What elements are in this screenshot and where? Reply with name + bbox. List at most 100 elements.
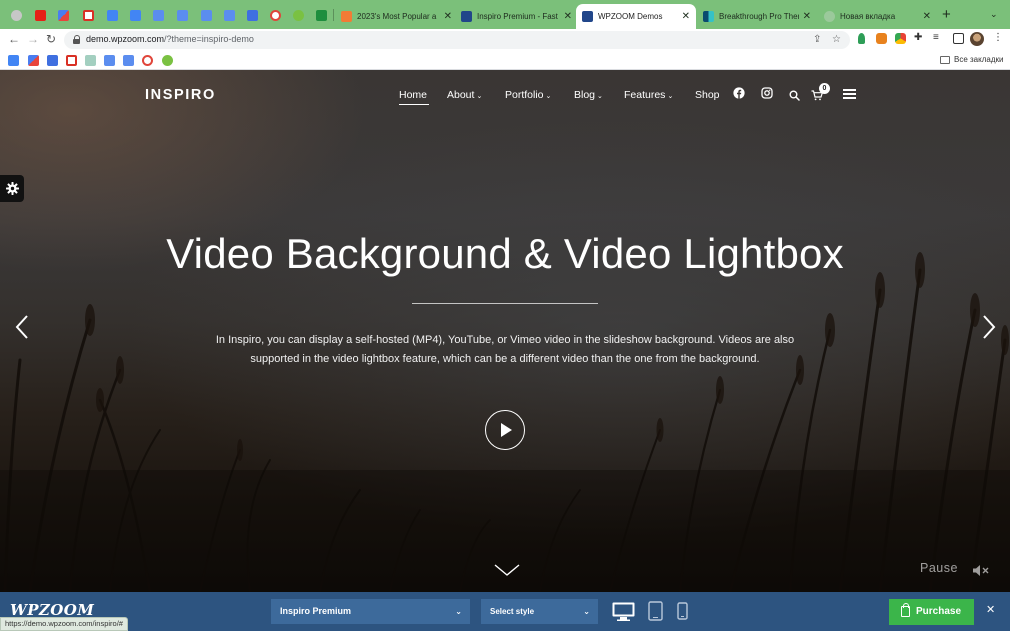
instagram-icon[interactable] [761,86,773,104]
extension-icon[interactable] [858,33,865,44]
tablet-icon[interactable] [648,601,663,621]
reading-list-icon[interactable]: ≡ [933,32,939,43]
close-tab-icon[interactable]: ✕ [564,11,572,22]
tab-popular[interactable]: 2023's Most Popular a ✕ [335,4,458,29]
nav-about[interactable]: About ⌄ [447,89,482,101]
lock-icon[interactable] [73,35,81,44]
all-bookmarks-label: Все закладки [954,55,1004,64]
bookmark-gmail-icon[interactable] [66,55,77,66]
theme-select-value: Inspiro Premium [280,606,352,616]
more-menu-icon[interactable]: ⋮ [993,32,1003,43]
pinned-tab-plus[interactable] [313,7,329,23]
nav-shop[interactable]: Shop [695,89,720,101]
side-panel-icon[interactable] [953,33,964,44]
hamburger-menu-icon[interactable] [843,89,856,99]
bookmark-docs-icon[interactable] [8,55,19,66]
pinned-tab-flag[interactable] [55,7,71,23]
pinned-tab-docs[interactable] [104,7,120,23]
address-bar[interactable]: demo.wpzoom.com/?theme=inspiro-demo ⇪ ☆ [64,31,850,49]
bookmark-star-icon[interactable]: ☆ [832,34,841,45]
nav-about-label: About [447,89,475,101]
shopping-bag-icon [901,603,910,617]
mobile-icon[interactable] [677,602,688,620]
nav-blog[interactable]: Blog ⌄ [574,89,603,101]
pinned-tab-settings[interactable] [8,7,24,23]
style-select[interactable]: Select style ⌄ [481,599,598,624]
tab-title: WPZOOM Demos [598,12,663,21]
extensions-puzzle-icon[interactable]: ✚ [914,32,922,43]
url-path: /?theme=inspiro-demo [164,34,254,44]
tab-new-tab[interactable]: Новая вкладка ✕ [818,4,937,29]
tab-wpzoom-demos[interactable]: WPZOOM Demos ✕ [576,4,696,29]
tab-breakthrough[interactable]: Breakthrough Pro Ther ✕ [697,4,817,29]
bookmark-flag-icon[interactable] [28,55,39,66]
close-tab-icon[interactable]: ✕ [923,11,931,22]
nav-features-label: Features [624,89,666,101]
facebook-icon[interactable] [733,86,745,104]
demo-switcher-bar: WPZOOM https://demo.wpzoom.com/inspiro/#… [0,592,1010,631]
nav-active-underline [399,104,429,105]
mute-speaker-icon[interactable] [972,564,989,577]
scroll-down-chevron-icon[interactable] [494,563,520,577]
nav-features[interactable]: Features ⌄ [624,89,673,101]
nav-portfolio[interactable]: Portfolio ⌄ [505,89,551,101]
nav-home[interactable]: Home [399,89,427,101]
bookmark-forms-icon[interactable] [47,55,58,66]
new-tab-button[interactable]: + [942,6,951,23]
chevron-down-icon: ⌄ [667,93,674,100]
tab-separator [333,9,334,21]
cart-count-badge: 0 [819,83,830,94]
gear-icon [5,182,19,195]
pinned-tab-copyright[interactable] [267,7,283,23]
purchase-button[interactable]: Purchase [889,599,974,625]
tab-inspiro-premium[interactable]: Inspiro Premium - Fast ✕ [455,4,578,29]
status-bar-url: https://demo.wpzoom.com/inspiro/# [0,617,128,631]
close-demo-bar-icon[interactable]: ✕ [986,603,995,616]
all-bookmarks[interactable]: Все закладки [940,55,1003,64]
forward-arrow-icon[interactable]: → [27,32,39,46]
purchase-label: Purchase [916,606,962,617]
pinned-tab-docs[interactable] [127,7,143,23]
bookmark-translate-icon[interactable] [104,55,115,66]
pinned-tab-forms[interactable] [244,7,260,23]
video-pause-button[interactable]: Pause [920,561,958,575]
wordpress-favicon [582,11,593,22]
chevron-down-icon: ⌄ [597,93,603,100]
extension-icon[interactable] [895,33,906,44]
desktop-icon[interactable] [612,602,635,621]
pinned-tab-play[interactable] [290,7,306,23]
pinned-tab-translate[interactable] [198,7,214,23]
video-play-button[interactable] [485,410,525,450]
reload-icon[interactable]: ↻ [46,32,56,46]
slider-next-arrow-icon[interactable] [981,314,997,340]
pinned-tab-youtube[interactable] [32,7,48,23]
folder-icon [940,55,950,64]
search-icon[interactable] [789,88,800,106]
style-select-value: Select style [490,607,535,616]
url-host: demo.wpzoom.com [86,34,165,44]
theme-select[interactable]: Inspiro Premium ⌄ [271,599,470,624]
bookmark-translate-icon[interactable] [123,55,134,66]
back-arrow-icon[interactable]: ← [8,32,20,46]
profile-avatar[interactable] [970,32,984,46]
metamask-icon[interactable] [876,33,887,44]
chevron-down-icon: ⌄ [455,607,462,616]
bookmark-icon[interactable] [85,55,96,66]
pinned-tab-gmail[interactable] [80,7,96,23]
slider-prev-arrow-icon[interactable] [14,314,30,340]
bookmark-copyright-icon[interactable] [142,55,153,66]
close-tab-icon[interactable]: ✕ [682,11,690,22]
share-icon[interactable]: ⇪ [813,34,821,45]
close-tab-icon[interactable]: ✕ [444,11,452,22]
pinned-tab-translate[interactable] [150,7,166,23]
address-url[interactable]: demo.wpzoom.com/?theme=inspiro-demo [86,34,254,44]
tab-search-chevron-icon[interactable]: ⌄ [990,9,998,20]
newtab-favicon [824,11,835,22]
pinned-tab-translate[interactable] [221,7,237,23]
browser-tab-strip: 2023's Most Popular a ✕ Inspiro Premium … [0,0,1010,29]
close-tab-icon[interactable]: ✕ [803,11,811,22]
site-logo[interactable]: INSPIRO [145,87,216,103]
pinned-tab-translate[interactable] [174,7,190,23]
customizer-toggle[interactable] [0,175,24,202]
bookmark-play-icon[interactable] [162,55,173,66]
